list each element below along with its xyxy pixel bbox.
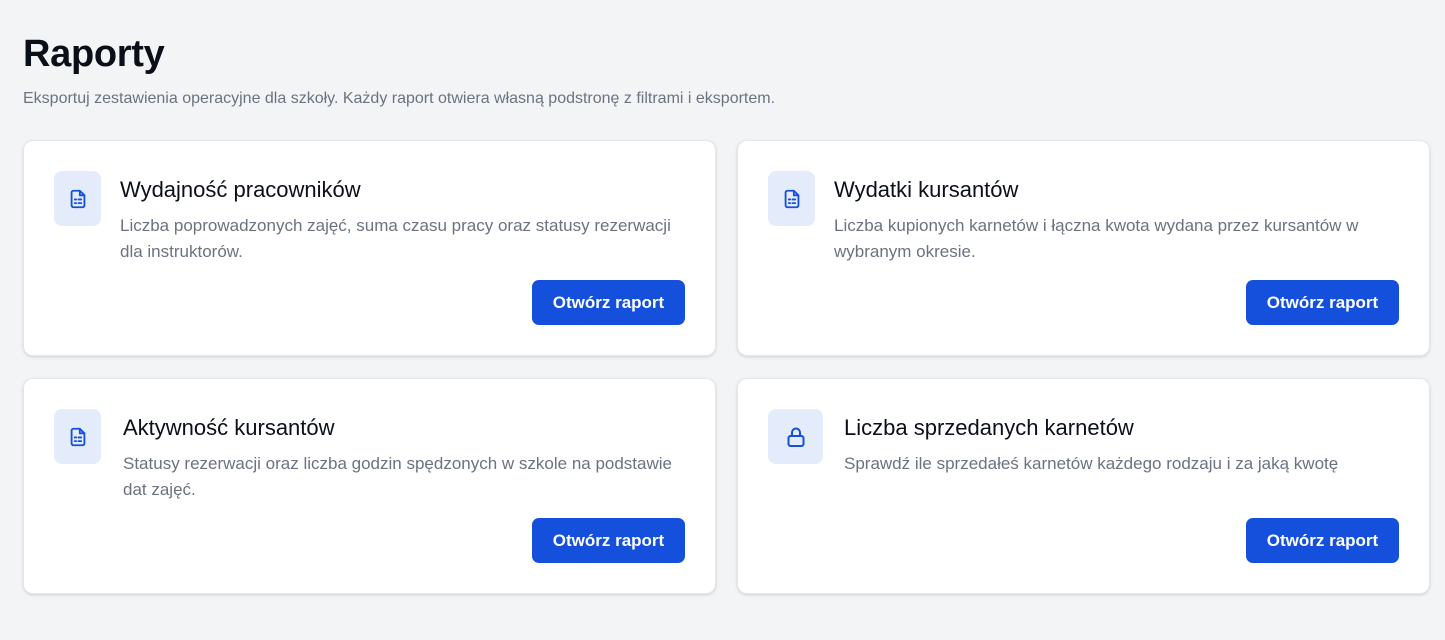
- card-title: Aktywność kursantów: [123, 415, 335, 440]
- card-description: Statusy rezerwacji oraz liczba godzin sp…: [123, 454, 672, 499]
- page-title: Raporty: [23, 33, 165, 75]
- open-report-button[interactable]: Otwórz raport: [532, 280, 685, 325]
- report-document-icon: [54, 171, 101, 226]
- open-report-button[interactable]: Otwórz raport: [1246, 518, 1399, 563]
- card-body: Wydajność pracowników Liczba poprowadzon…: [120, 175, 681, 265]
- reports-grid: Wydajność pracowników Liczba poprowadzon…: [23, 140, 1430, 594]
- card-title: Liczba sprzedanych karnetów: [844, 415, 1134, 440]
- card-description: Sprawdź ile sprzedałeś karnetów każdego …: [844, 454, 1339, 473]
- lock-icon: [768, 409, 823, 464]
- report-card-passes-sold: Liczba sprzedanych karnetów Sprawdź ile …: [737, 378, 1430, 594]
- card-body: Liczba sprzedanych karnetów Sprawdź ile …: [844, 413, 1395, 477]
- card-description: Liczba poprowadzonych zajęć, suma czasu …: [120, 216, 671, 261]
- card-description: Liczba kupionych karnetów i łączna kwota…: [834, 216, 1359, 261]
- report-card-student-activity: Aktywność kursantów Statusy rezerwacji o…: [23, 378, 716, 594]
- card-title: Wydatki kursantów: [834, 177, 1019, 202]
- card-body: Wydatki kursantów Liczba kupionych karne…: [834, 175, 1395, 265]
- page-subtitle: Eksportuj zestawienia operacyjne dla szk…: [23, 90, 776, 107]
- reports-page: Raporty Eksportuj zestawienia operacyjne…: [0, 0, 1445, 594]
- report-card-employee-performance: Wydajność pracowników Liczba poprowadzon…: [23, 140, 716, 356]
- open-report-button[interactable]: Otwórz raport: [532, 518, 685, 563]
- card-body: Aktywność kursantów Statusy rezerwacji o…: [123, 413, 681, 503]
- report-card-student-spending: Wydatki kursantów Liczba kupionych karne…: [737, 140, 1430, 356]
- open-report-button[interactable]: Otwórz raport: [1246, 280, 1399, 325]
- report-document-icon: [54, 409, 101, 464]
- card-title: Wydajność pracowników: [120, 177, 361, 202]
- report-document-icon: [768, 171, 815, 226]
